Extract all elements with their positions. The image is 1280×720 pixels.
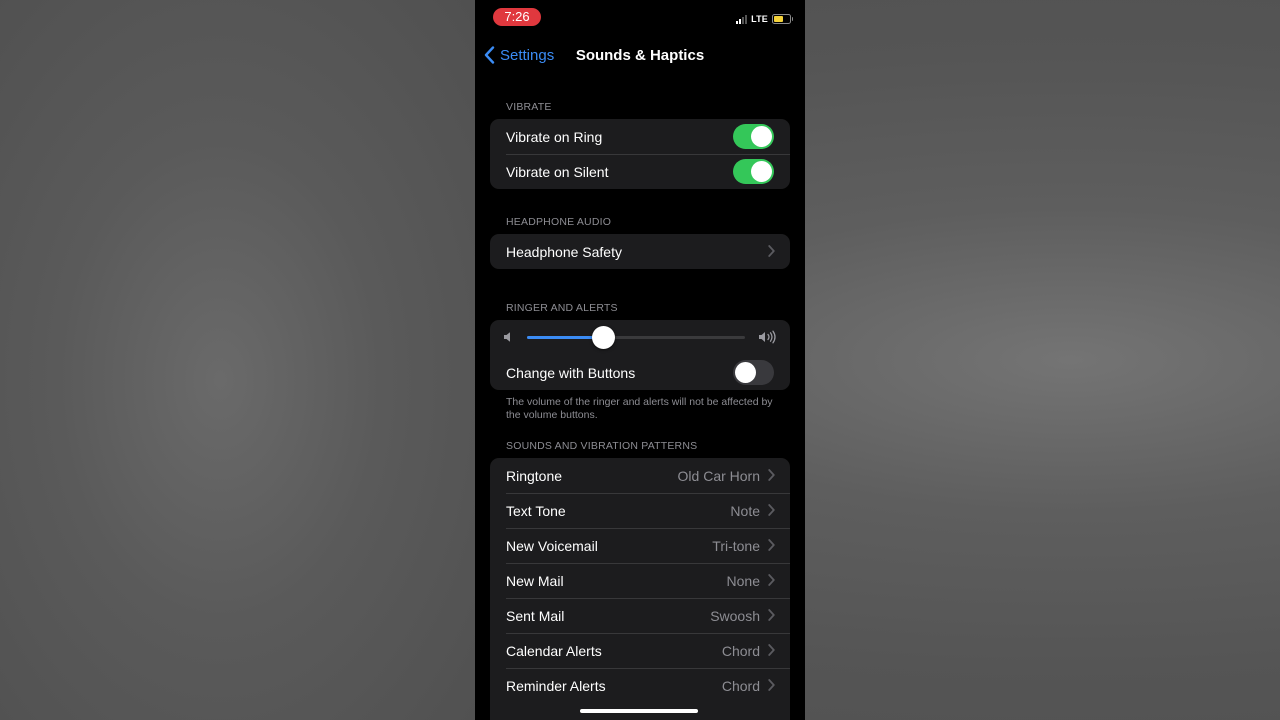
row-label: Vibrate on Silent (506, 163, 609, 180)
row-label: Headphone Safety (506, 243, 622, 260)
row-label: Ringtone (506, 467, 563, 484)
status-time: 7:26 (493, 8, 541, 26)
ringer-footer-note: The volume of the ringer and alerts will… (506, 396, 773, 421)
calendar-alerts-row[interactable]: Calendar Alerts Chord (490, 633, 790, 668)
text-tone-row[interactable]: Text Tone Note (490, 493, 790, 528)
chevron-right-icon (768, 539, 775, 551)
chevron-right-icon (768, 574, 775, 586)
section-header-headphone: HEADPHONE AUDIO (506, 216, 612, 228)
vibrate-on-ring-toggle[interactable] (733, 124, 774, 149)
page-title: Sounds & Haptics (575, 47, 705, 64)
sent-mail-row[interactable]: Sent Mail Swoosh (490, 598, 790, 633)
headphone-safety-row[interactable]: Headphone Safety (490, 234, 790, 269)
row-value: Tri-tone (712, 537, 760, 554)
change-with-buttons-toggle[interactable] (733, 360, 774, 385)
row-label: New Mail (506, 572, 564, 589)
home-indicator[interactable] (580, 709, 698, 713)
speaker-high-icon (759, 330, 776, 344)
chevron-right-icon (768, 469, 775, 481)
slider-thumb[interactable] (591, 326, 615, 349)
change-with-buttons-row: Change with Buttons (490, 355, 790, 390)
signal-icon (736, 14, 748, 24)
status-indicators: LTE (736, 13, 793, 25)
section-header-patterns: SOUNDS AND VIBRATION PATTERNS (506, 440, 698, 452)
ringtone-row[interactable]: Ringtone Old Car Horn (490, 458, 790, 493)
row-label: Sent Mail (506, 607, 565, 624)
ringer-group: Change with Buttons (490, 320, 790, 390)
row-value: Note (730, 502, 760, 519)
chevron-right-icon (768, 644, 775, 656)
chevron-right-icon (768, 245, 775, 257)
network-label: LTE (751, 14, 768, 24)
ringer-volume-slider[interactable] (490, 320, 790, 355)
chevron-right-icon (768, 679, 775, 691)
row-label: Text Tone (506, 502, 566, 519)
new-voicemail-row[interactable]: New Voicemail Tri-tone (490, 528, 790, 563)
vibrate-on-silent-toggle[interactable] (733, 159, 774, 184)
vibrate-group: Vibrate on Ring Vibrate on Silent (490, 119, 790, 189)
row-label: New Voicemail (506, 537, 598, 554)
headphone-group: Headphone Safety (490, 234, 790, 269)
vibrate-on-silent-row: Vibrate on Silent (490, 154, 790, 189)
row-value: Chord (721, 677, 760, 694)
background-left (0, 0, 475, 720)
row-value: Chord (721, 642, 760, 659)
row-value: Swoosh (710, 607, 760, 624)
row-value: Old Car Horn (677, 467, 760, 484)
row-label: Vibrate on Ring (506, 128, 603, 145)
new-mail-row[interactable]: New Mail None (490, 563, 790, 598)
row-label: Reminder Alerts (506, 677, 606, 694)
speaker-low-icon (504, 332, 510, 342)
slider-track[interactable] (527, 336, 745, 339)
row-value: None (726, 572, 760, 589)
battery-icon (772, 14, 793, 24)
vibrate-on-ring-row: Vibrate on Ring (490, 119, 790, 154)
row-label: Calendar Alerts (506, 642, 602, 659)
reminder-alerts-row[interactable]: Reminder Alerts Chord (490, 668, 790, 703)
section-header-vibrate: VIBRATE (506, 101, 552, 113)
row-label: Change with Buttons (506, 364, 636, 381)
phone-screen: 7:26 LTE Settings Sounds & Haptics VIBRA… (475, 0, 805, 720)
chevron-right-icon (768, 609, 775, 621)
patterns-group: Ringtone Old Car Horn Text Tone Note New… (490, 458, 790, 720)
chevron-right-icon (768, 504, 775, 516)
section-header-ringer: RINGER AND ALERTS (506, 302, 618, 314)
